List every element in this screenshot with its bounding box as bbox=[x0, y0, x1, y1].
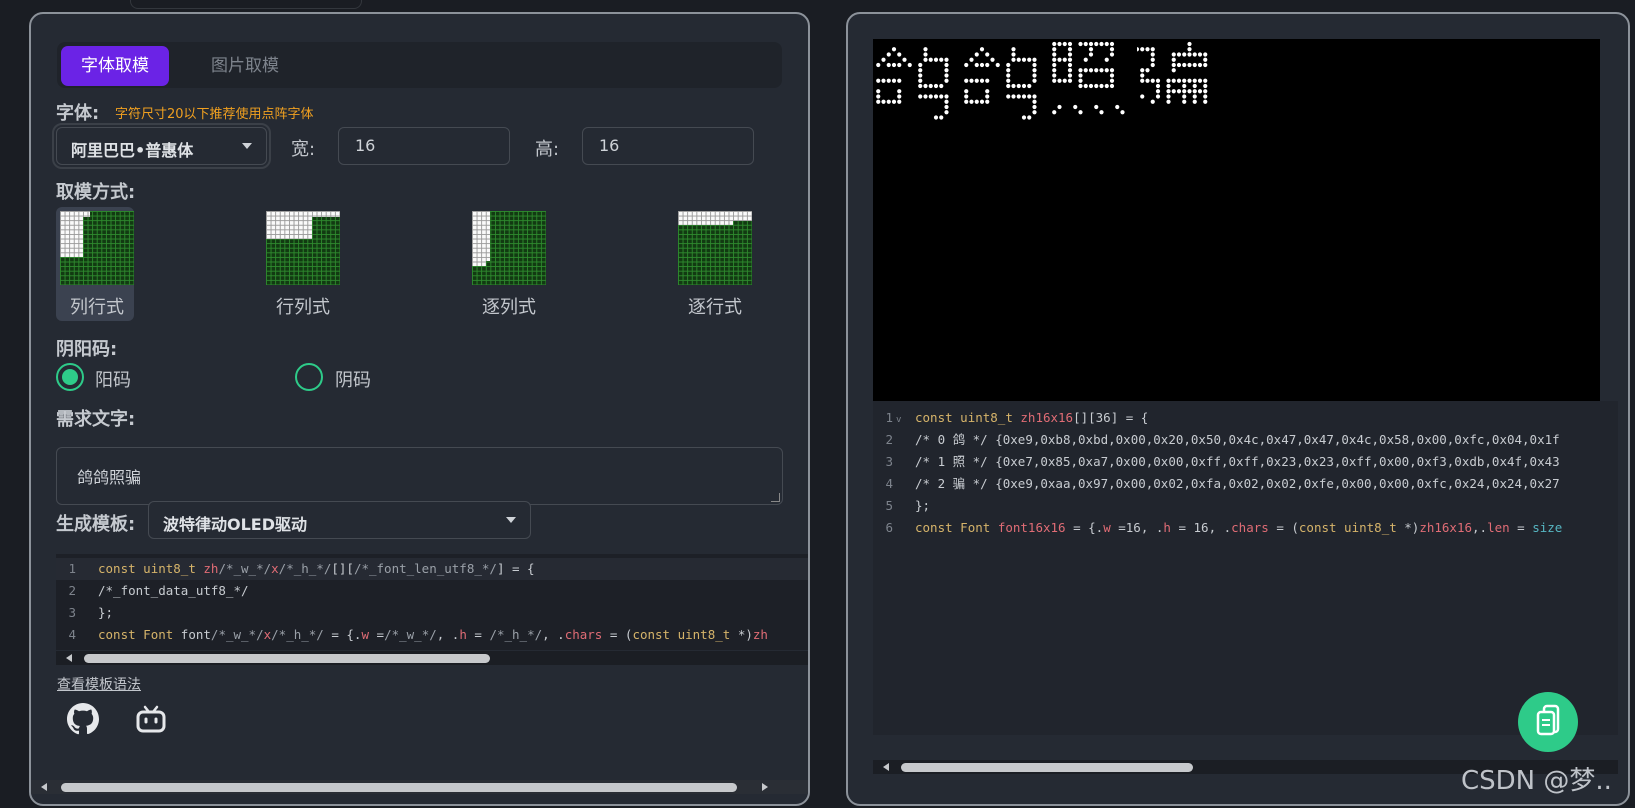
oled-glyph bbox=[876, 47, 949, 120]
resize-handle-icon[interactable] bbox=[771, 493, 780, 502]
mode-column-row-label: 列行式 bbox=[70, 297, 124, 318]
mode-by-column-preview bbox=[472, 211, 546, 285]
mode-column-row[interactable]: 列行式 bbox=[56, 207, 134, 321]
radio-negative-label: 阴码 bbox=[335, 370, 371, 391]
bilibili-icon[interactable] bbox=[135, 703, 171, 739]
font-select[interactable]: 阿里巴巴•普惠体 bbox=[52, 123, 271, 169]
mode-label: 取模方式: bbox=[56, 182, 136, 203]
tab-image-modeling[interactable]: 图片取模 bbox=[191, 46, 299, 86]
scroll-thumb[interactable] bbox=[84, 654, 490, 663]
text-input[interactable]: 鸽鸽照骗 bbox=[56, 447, 783, 505]
code-line: 1 const uint8_t zh/*_w_*/x/*_h_*/[][/*_f… bbox=[56, 558, 808, 580]
radio-positive-label: 阳码 bbox=[95, 370, 131, 391]
text-input-value: 鸽鸽照骗 bbox=[77, 468, 142, 487]
mode-column-row-preview bbox=[60, 211, 134, 285]
code-line: 4 const Font font/*_w_*/x/*_h_*/ = {.w =… bbox=[68, 627, 768, 642]
output-panel: 1v const uint8_t zh16x16[][36] = { 2 /* … bbox=[846, 12, 1630, 806]
code-line: 1v const uint8_t zh16x16[][36] = { bbox=[885, 410, 1149, 425]
mode-tabs: 字体取模 图片取模 bbox=[57, 42, 782, 88]
text-label: 需求文字: bbox=[56, 409, 136, 430]
mode-row-column-label: 行列式 bbox=[276, 297, 330, 318]
template-select-value: 波特律动OLED驱动 bbox=[163, 515, 308, 534]
watermark: CSDN @梦.. bbox=[1461, 766, 1612, 796]
polarity-label: 阴阳码: bbox=[56, 339, 118, 360]
width-label: 宽: bbox=[291, 139, 316, 160]
radio-positive[interactable] bbox=[56, 363, 84, 391]
width-input[interactable]: 16 bbox=[338, 127, 510, 165]
font-settings-panel: 字体取模 图片取模 字体: 字符尺寸20以下推荐使用点阵字体 阿里巴巴•普惠体 … bbox=[29, 12, 810, 806]
mode-by-column-label: 逐列式 bbox=[482, 297, 536, 318]
chevron-down-icon bbox=[242, 143, 252, 149]
oled-glyph bbox=[964, 47, 1037, 120]
scroll-thumb[interactable] bbox=[901, 763, 1193, 772]
code-line: 2 /* 0 鸽 */ {0xe9,0xb8,0xbd,0x00,0x20,0x… bbox=[885, 432, 1560, 447]
copy-icon bbox=[1536, 704, 1560, 736]
radio-negative[interactable] bbox=[295, 363, 323, 391]
mode-by-row[interactable]: 逐行式 bbox=[674, 207, 752, 321]
panel-scrollbar[interactable] bbox=[31, 780, 808, 794]
height-input[interactable]: 16 bbox=[582, 127, 754, 165]
mode-row-column[interactable]: 行列式 bbox=[262, 207, 340, 321]
template-editor[interactable]: 1 const uint8_t zh/*_w_*/x/*_h_*/[][/*_f… bbox=[56, 554, 808, 650]
code-line: 4 /* 2 骗 */ {0xe9,0xaa,0x97,0x00,0x02,0x… bbox=[885, 476, 1560, 491]
chevron-down-icon bbox=[506, 517, 516, 523]
template-label: 生成模板: bbox=[56, 514, 136, 535]
font-label: 字体: bbox=[56, 103, 100, 124]
scroll-left-icon[interactable] bbox=[41, 783, 47, 791]
oled-preview bbox=[873, 39, 1600, 401]
top-strip bbox=[130, 0, 362, 9]
oled-glyph bbox=[1052, 41, 1125, 115]
github-icon[interactable] bbox=[67, 703, 103, 739]
tab-font-modeling[interactable]: 字体取模 bbox=[61, 46, 169, 86]
scroll-left-icon[interactable] bbox=[883, 763, 889, 771]
code-line: 3 }; bbox=[68, 605, 114, 620]
mode-by-row-label: 逐行式 bbox=[688, 297, 742, 318]
code-line: 6 const Font font16x16 = {.w =16, .h = 1… bbox=[885, 520, 1563, 535]
code-line: 3 /* 1 照 */ {0xe7,0x85,0xa7,0x00,0x00,0x… bbox=[885, 454, 1560, 469]
template-select[interactable]: 波特律动OLED驱动 bbox=[148, 501, 531, 539]
code-line: 2 /*_font_data_utf8_*/ bbox=[68, 583, 249, 598]
scroll-right-icon[interactable] bbox=[762, 783, 768, 791]
template-scrollbar[interactable] bbox=[56, 651, 808, 665]
scroll-left-icon[interactable] bbox=[66, 654, 72, 662]
radio-dot bbox=[62, 369, 78, 385]
copy-button[interactable] bbox=[1518, 692, 1578, 752]
font-select-value: 阿里巴巴•普惠体 bbox=[71, 141, 194, 160]
mode-by-column[interactable]: 逐列式 bbox=[468, 207, 546, 321]
mode-by-row-preview bbox=[678, 211, 752, 285]
scroll-thumb[interactable] bbox=[61, 783, 737, 792]
mode-row-column-preview bbox=[266, 211, 340, 285]
code-line: 5 }; bbox=[885, 498, 931, 513]
output-code[interactable]: 1v const uint8_t zh16x16[][36] = { 2 /* … bbox=[873, 401, 1618, 735]
oled-glyph bbox=[1137, 41, 1208, 104]
syntax-link[interactable]: 查看模板语法 bbox=[57, 674, 141, 694]
font-hint: 字符尺寸20以下推荐使用点阵字体 bbox=[115, 107, 314, 122]
height-label: 高: bbox=[535, 139, 560, 160]
